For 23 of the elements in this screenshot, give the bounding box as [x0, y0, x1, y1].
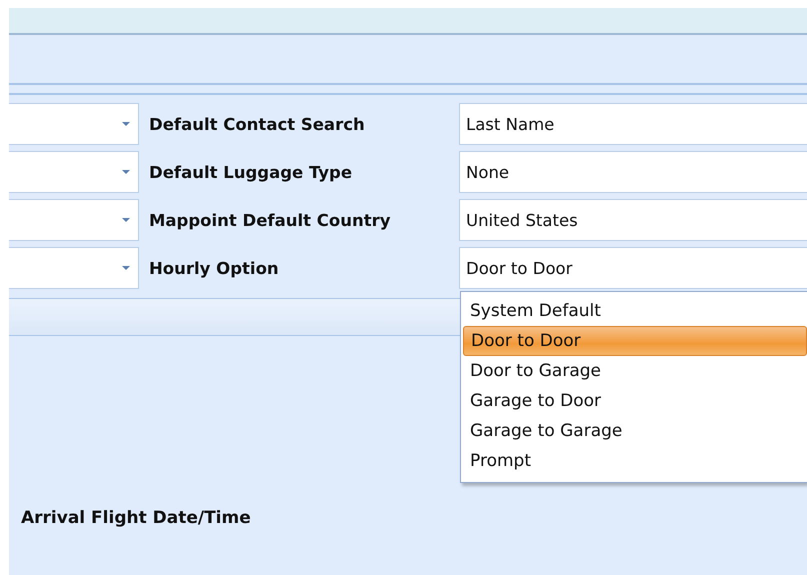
dropdown-field[interactable] — [9, 103, 139, 145]
dropdown-field[interactable]: United States — [459, 199, 807, 241]
dropdown-option[interactable]: Prompt — [463, 446, 807, 476]
dropdown-option[interactable]: System Default — [463, 296, 807, 326]
dropdown-field[interactable] — [9, 199, 139, 241]
field-label: Default Luggage Type — [148, 162, 354, 182]
dropdown-option[interactable]: Door to Door — [463, 326, 807, 356]
dropdown-option[interactable]: Garage to Garage — [463, 416, 807, 446]
field-label: Default Contact Search — [148, 114, 366, 134]
dropdown-arrow-icon — [122, 122, 130, 126]
dropdown-option[interactable]: Door to Garage — [463, 356, 807, 386]
dropdown-field[interactable] — [9, 151, 139, 193]
dropdown-arrow-icon — [122, 170, 130, 174]
dropdown-field[interactable]: Door to Door — [459, 247, 807, 289]
field-label: Mappoint Default Country — [148, 210, 392, 230]
field-label: Hourly Option — [148, 258, 280, 278]
dropdown-field[interactable]: None — [459, 151, 807, 193]
dropdown-arrow-icon — [122, 218, 130, 222]
dropdown-field[interactable]: Last Name — [459, 103, 807, 145]
dropdown-arrow-icon — [122, 266, 130, 270]
dropdown-field[interactable] — [9, 247, 139, 289]
dropdown-option[interactable]: Garage to Door — [463, 386, 807, 416]
field-label: Arrival Flight Date/Time — [21, 508, 251, 528]
